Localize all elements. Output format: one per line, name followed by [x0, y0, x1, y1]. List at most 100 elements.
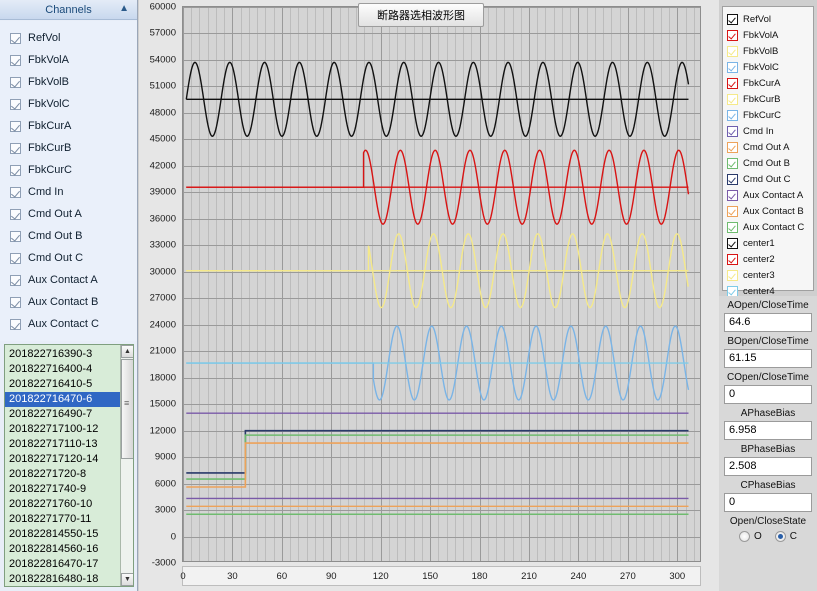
- checkbox-icon[interactable]: [10, 252, 21, 264]
- list-item[interactable]: 20182271760-10: [5, 497, 120, 512]
- legend-item[interactable]: FbkVolA: [727, 27, 813, 43]
- legend-item[interactable]: Aux Contact B: [727, 203, 813, 219]
- legend-item[interactable]: Cmd In: [727, 123, 813, 139]
- legend-item[interactable]: Cmd Out C: [727, 171, 813, 187]
- field-input[interactable]: 64.6: [724, 313, 812, 332]
- legend-checkbox-icon[interactable]: [727, 221, 738, 233]
- legend-checkbox-icon[interactable]: [727, 205, 738, 217]
- legend-item[interactable]: center3: [727, 267, 813, 283]
- legend-checkbox-icon[interactable]: [727, 93, 738, 105]
- checkbox-icon[interactable]: [10, 274, 21, 286]
- checkbox-icon[interactable]: [10, 186, 21, 198]
- legend-item[interactable]: center1: [727, 235, 813, 251]
- list-item[interactable]: 201822816470-17: [5, 557, 120, 572]
- legend-item[interactable]: FbkVolC: [727, 59, 813, 75]
- checkbox-icon[interactable]: [10, 120, 21, 132]
- legend-checkbox-icon[interactable]: [727, 13, 738, 25]
- legend-item[interactable]: FbkVolB: [727, 43, 813, 59]
- channel-item[interactable]: FbkVolB: [10, 71, 137, 93]
- field-input[interactable]: 0: [724, 385, 812, 404]
- list-item[interactable]: 201822814560-16: [5, 542, 120, 557]
- list-item[interactable]: 201822717100-12: [5, 422, 120, 437]
- channel-item[interactable]: Cmd Out A: [10, 203, 137, 225]
- scrollbar-thumb[interactable]: [121, 359, 133, 459]
- list-item[interactable]: 20182271770-11: [5, 512, 120, 527]
- channel-item[interactable]: Cmd Out C: [10, 247, 137, 269]
- list-item[interactable]: 201822717120-14: [5, 452, 120, 467]
- legend-checkbox-icon[interactable]: [727, 125, 738, 137]
- field-input[interactable]: 61.15: [724, 349, 812, 368]
- list-item[interactable]: 201822716470-6: [5, 392, 120, 407]
- radio-option[interactable]: O: [738, 531, 762, 542]
- legend-item[interactable]: FbkCurB: [727, 91, 813, 107]
- list-item[interactable]: 20182271740-9: [5, 482, 120, 497]
- checkbox-icon[interactable]: [10, 318, 21, 330]
- channel-item[interactable]: Cmd In: [10, 181, 137, 203]
- triangle-down-icon[interactable]: ▼: [121, 573, 133, 586]
- channel-item[interactable]: FbkCurA: [10, 115, 137, 137]
- chevron-up-icon[interactable]: ▲: [119, 3, 129, 14]
- channel-label: FbkCurA: [28, 120, 72, 132]
- checkbox-icon[interactable]: [10, 164, 21, 176]
- file-list-scrollbar[interactable]: ▲ ▼: [120, 345, 133, 586]
- radio-icon[interactable]: [774, 531, 786, 542]
- channel-item[interactable]: Cmd Out B: [10, 225, 137, 247]
- list-item[interactable]: 201822814550-15: [5, 527, 120, 542]
- checkbox-icon[interactable]: [10, 230, 21, 242]
- channel-item[interactable]: FbkCurC: [10, 159, 137, 181]
- field-label: BPhaseBias: [740, 444, 796, 455]
- field-input[interactable]: 2.508: [724, 457, 812, 476]
- legend-item[interactable]: Cmd Out A: [727, 139, 813, 155]
- waveform-viewer-window: Channels ▲ RefVol FbkVolA FbkVolB FbkVolC Fb…: [0, 0, 817, 591]
- legend-checkbox-icon[interactable]: [727, 269, 738, 281]
- list-item[interactable]: 20182271720-8: [5, 467, 120, 482]
- checkbox-icon[interactable]: [10, 296, 21, 308]
- radio-option[interactable]: C: [774, 531, 797, 542]
- list-item[interactable]: 201822716490-7: [5, 407, 120, 422]
- checkbox-icon[interactable]: [10, 208, 21, 220]
- radio-icon[interactable]: [738, 531, 750, 542]
- legend-checkbox-icon[interactable]: [727, 253, 738, 265]
- field-input[interactable]: 0: [724, 493, 812, 512]
- legend-checkbox-icon[interactable]: [727, 45, 738, 57]
- legend-item[interactable]: center2: [727, 251, 813, 267]
- checkbox-icon[interactable]: [10, 32, 21, 44]
- legend-item[interactable]: Cmd Out B: [727, 155, 813, 171]
- checkbox-icon[interactable]: [10, 76, 21, 88]
- legend-item[interactable]: FbkCurC: [727, 107, 813, 123]
- legend-checkbox-icon[interactable]: [727, 77, 738, 89]
- channel-item[interactable]: Aux Contact C: [10, 313, 137, 335]
- legend-checkbox-icon[interactable]: [727, 173, 738, 185]
- legend-checkbox-icon[interactable]: [727, 237, 738, 249]
- legend-item[interactable]: FbkCurA: [727, 75, 813, 91]
- field-input[interactable]: 6.958: [724, 421, 812, 440]
- channel-item[interactable]: FbkVolA: [10, 49, 137, 71]
- channel-item[interactable]: Aux Contact A: [10, 269, 137, 291]
- channel-item[interactable]: FbkCurB: [10, 137, 137, 159]
- channel-item[interactable]: RefVol: [10, 27, 137, 49]
- list-item[interactable]: 201822816480-18: [5, 572, 120, 586]
- checkbox-icon[interactable]: [10, 98, 21, 110]
- legend-checkbox-icon[interactable]: [727, 61, 738, 73]
- plot-canvas[interactable]: [182, 6, 701, 562]
- legend-item[interactable]: RefVol: [727, 11, 813, 27]
- legend-checkbox-icon[interactable]: [727, 157, 738, 169]
- channel-item[interactable]: Aux Contact B: [10, 291, 137, 313]
- list-item[interactable]: 201822716400-4: [5, 362, 120, 377]
- legend-checkbox-icon[interactable]: [727, 109, 738, 121]
- legend-checkbox-icon[interactable]: [727, 189, 738, 201]
- list-item[interactable]: 201822717110-13: [5, 437, 120, 452]
- legend-item[interactable]: Aux Contact C: [727, 219, 813, 235]
- legend-checkbox-icon[interactable]: [727, 141, 738, 153]
- list-item[interactable]: 201822716410-5: [5, 377, 120, 392]
- legend-checkbox-icon[interactable]: [727, 285, 738, 297]
- channels-panel-header[interactable]: Channels ▲: [0, 0, 137, 20]
- triangle-up-icon[interactable]: ▲: [121, 345, 133, 358]
- legend-item[interactable]: Aux Contact A: [727, 187, 813, 203]
- channel-item[interactable]: FbkVolC: [10, 93, 137, 115]
- checkbox-icon[interactable]: [10, 142, 21, 154]
- list-item[interactable]: 201822716390-3: [5, 347, 120, 362]
- legend-checkbox-icon[interactable]: [727, 29, 738, 41]
- record-file-list[interactable]: 201822716390-3 201822716400-4 201822716410…: [4, 344, 134, 587]
- checkbox-icon[interactable]: [10, 54, 21, 66]
